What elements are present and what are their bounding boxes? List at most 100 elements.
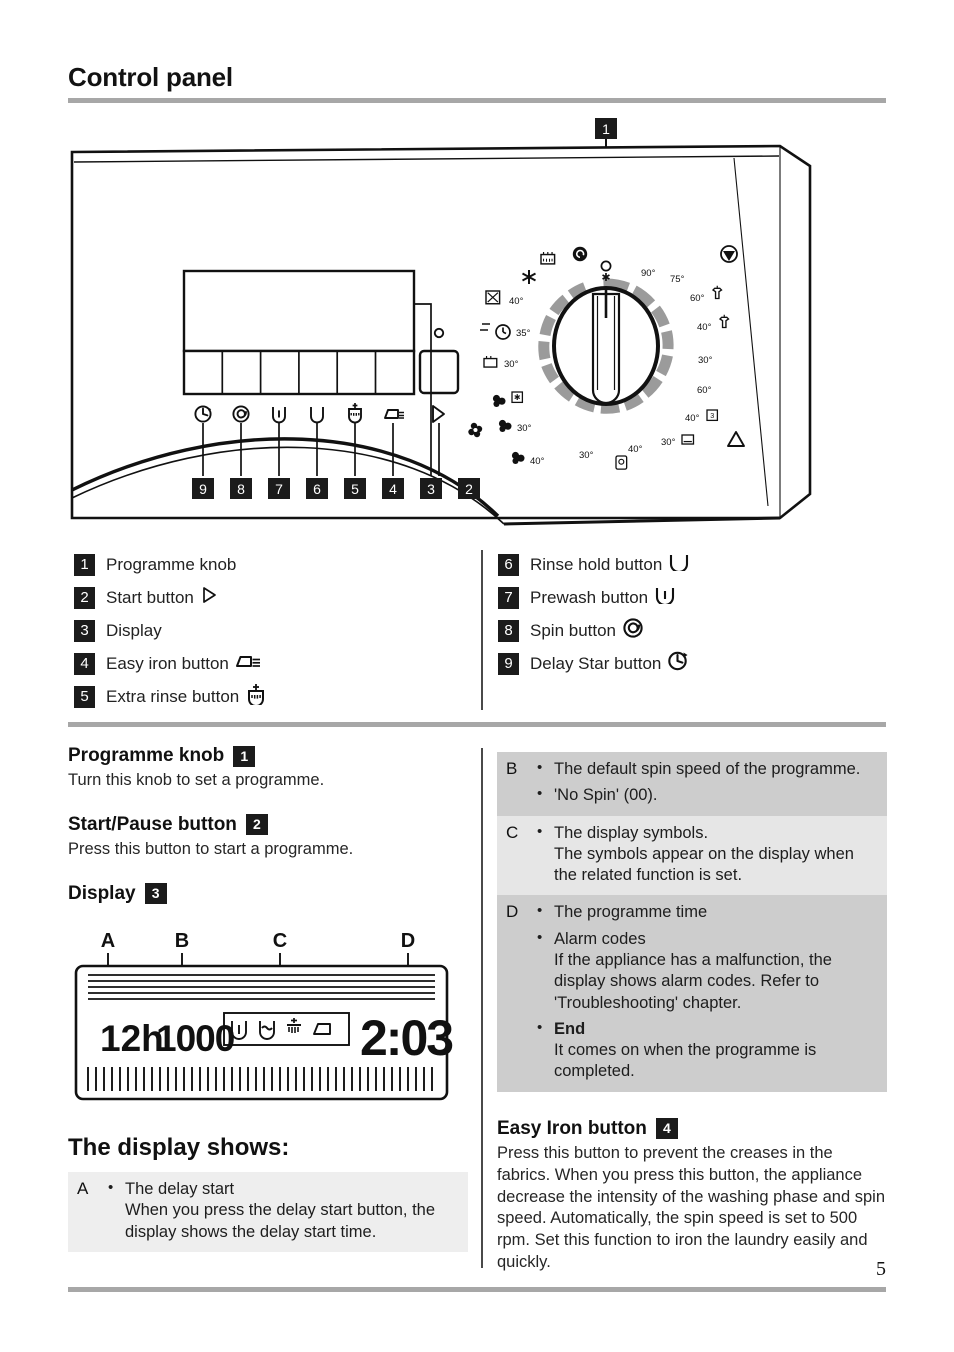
section-title-text: Start/Pause button [68, 813, 237, 835]
lcd-marker-a: A [101, 930, 115, 952]
list-item: The default spin speed of the programme. [536, 758, 881, 780]
legend-num-2: 2 [74, 586, 95, 609]
dial-temp-40d: 40° [530, 456, 545, 467]
svg-text:8: 8 [237, 481, 245, 497]
table-value-c: The display symbols. The symbols appear … [527, 815, 887, 896]
legend-label-2: Start button [106, 587, 194, 607]
dial-temp-40c: 40° [628, 444, 643, 455]
dial-temp-30d: 30° [517, 423, 532, 434]
section-title-text: Display [68, 882, 136, 904]
bullet-main: End [554, 1019, 586, 1038]
legend-column-left: 1 Programme knob 2 Start button 3 Displa… [74, 548, 474, 713]
footer-rule [68, 1287, 886, 1292]
bullet-main: The delay start [125, 1180, 235, 1198]
dial-temp-30a: 30° [698, 355, 713, 366]
section-title-text: Programme knob [68, 745, 225, 766]
section-body-programme-knob: Turn this knob to set a programme. [68, 771, 325, 789]
legend-item-5: 5 Extra rinse button [74, 680, 474, 713]
spin-spiral-icon [623, 618, 643, 643]
dial-temp-60a: 60° [690, 293, 705, 304]
svg-text:✱: ✱ [601, 272, 610, 284]
page-number: 5 [876, 1258, 886, 1280]
right-column: B The default spin speed of the programm… [497, 752, 887, 1296]
legend-label-8: Spin button [530, 620, 617, 640]
list-item: End It comes on when the programme is co… [536, 1018, 881, 1083]
clock-arrow-icon [668, 651, 689, 676]
display-shows-heading: The display shows: [68, 1134, 290, 1161]
legend-num-9: 9 [498, 652, 519, 675]
list-item: The programme time [536, 901, 881, 923]
section-title-text: Easy Iron button [497, 1117, 647, 1139]
svg-text:5: 5 [351, 481, 359, 497]
lcd-display-diagram: A B C D 12h 1000 2:03 [72, 925, 472, 1110]
legend-label-6: Rinse hold button [530, 554, 663, 574]
bullet-sub: When you press the delay start button, t… [125, 1201, 436, 1241]
list-item: 'No Spin' (00). [536, 784, 881, 806]
legend-num-5: 5 [74, 685, 95, 708]
list-item: The delay start When you press the delay… [107, 1178, 462, 1243]
lcd-time-value: 2:03 [360, 1010, 452, 1066]
legend-label-1: Programme knob [106, 554, 237, 574]
display-codes-table: B The default spin speed of the programm… [497, 752, 887, 1092]
page-title: Control panel [68, 62, 233, 92]
legend-item-6: 6 Rinse hold button [498, 548, 888, 581]
section-body-easy-iron: Press this button to prevent the creases… [497, 1143, 886, 1272]
legend-item-9: 9 Delay Star button [498, 647, 888, 680]
svg-text:✱: ✱ [514, 393, 521, 402]
dial-temp-35: 35° [516, 328, 531, 339]
table-value-b: The default spin speed of the programme.… [527, 752, 887, 816]
section-body-start-pause: Press this button to start a programme. [68, 839, 354, 858]
bullet-main: The programme time [554, 903, 708, 922]
section-heading-display: Display 3 [68, 883, 468, 905]
display-shows-block: The display shows: A The delay start Whe… [68, 1124, 468, 1252]
legend-num-8: 8 [498, 619, 519, 642]
lcd-marker-c: C [273, 930, 287, 952]
column-vertical-divider [481, 748, 483, 1268]
list-item: Alarm codes If the appliance has a malfu… [536, 928, 881, 1014]
section-heading-start-pause: Start/Pause button 2 [68, 814, 468, 836]
dial-temp-40e: 40° [509, 296, 524, 307]
manual-page: Control panel 1 9 8 7 6 5 4 3 2 ✱ 90° 75… [0, 0, 954, 1352]
left-column: Programme knob 1 Turn this knob to set a… [68, 745, 468, 908]
legend-item-2: 2 Start button [74, 581, 474, 614]
table-value-d: The programme time Alarm codes If the ap… [527, 895, 887, 1092]
table-key-a: A [68, 1172, 98, 1252]
legend-item-7: 7 Prewash button [498, 581, 888, 614]
legend-num-4: 4 [74, 652, 95, 675]
legend-label-3: Display [106, 620, 162, 640]
legend-item-3: 3 Display [74, 614, 474, 647]
legend-num-1: 1 [74, 553, 95, 576]
legend-num-3: 3 [74, 619, 95, 642]
section-badge-4: 4 [655, 1118, 678, 1140]
section-heading-programme-knob: Programme knob 1 [68, 745, 468, 767]
table-value-a: The delay start When you press the delay… [98, 1172, 468, 1252]
bullet-main: 'No Spin' (00). [554, 786, 658, 805]
section-badge-2: 2 [245, 814, 268, 836]
legend-item-4: 4 Easy iron button [74, 647, 474, 680]
panel-display-screen [182, 269, 416, 353]
table-row-b: B The default spin speed of the programm… [497, 752, 887, 816]
svg-text:2: 2 [465, 481, 473, 497]
svg-text:3: 3 [710, 411, 714, 420]
legend-column-right: 6 Rinse hold button 7 Prewash button 8 S… [498, 548, 888, 680]
table-row-d: D The programme time Alarm codes If the … [497, 895, 887, 1092]
svg-text:6: 6 [313, 481, 321, 497]
svg-text:9: 9 [199, 481, 207, 497]
table-key-d: D [497, 895, 527, 1092]
legend-vertical-divider [481, 550, 483, 710]
table-row-a: A The delay start When you press the del… [68, 1172, 468, 1252]
bullet-sub: It comes on when the programme is comple… [554, 1041, 817, 1081]
display-shows-table: A The delay start When you press the del… [68, 1172, 468, 1252]
dial-temp-40a: 40° [697, 322, 712, 333]
dial-temp-75: 75° [670, 274, 685, 285]
bullet-main: The default spin speed of the programme. [554, 760, 861, 778]
bullet-main: Alarm codes [554, 929, 646, 948]
table-row-c: C The display symbols. The symbols appea… [497, 815, 887, 896]
legend-num-7: 7 [498, 586, 519, 609]
section-heading-easy-iron: Easy Iron button 4 [497, 1118, 887, 1140]
section-rule [68, 722, 886, 727]
play-triangle-icon [201, 586, 218, 609]
lcd-marker-d: D [401, 930, 415, 952]
dial-temp-30e: 30° [504, 359, 519, 370]
dial-temp-30b: 30° [661, 437, 676, 448]
